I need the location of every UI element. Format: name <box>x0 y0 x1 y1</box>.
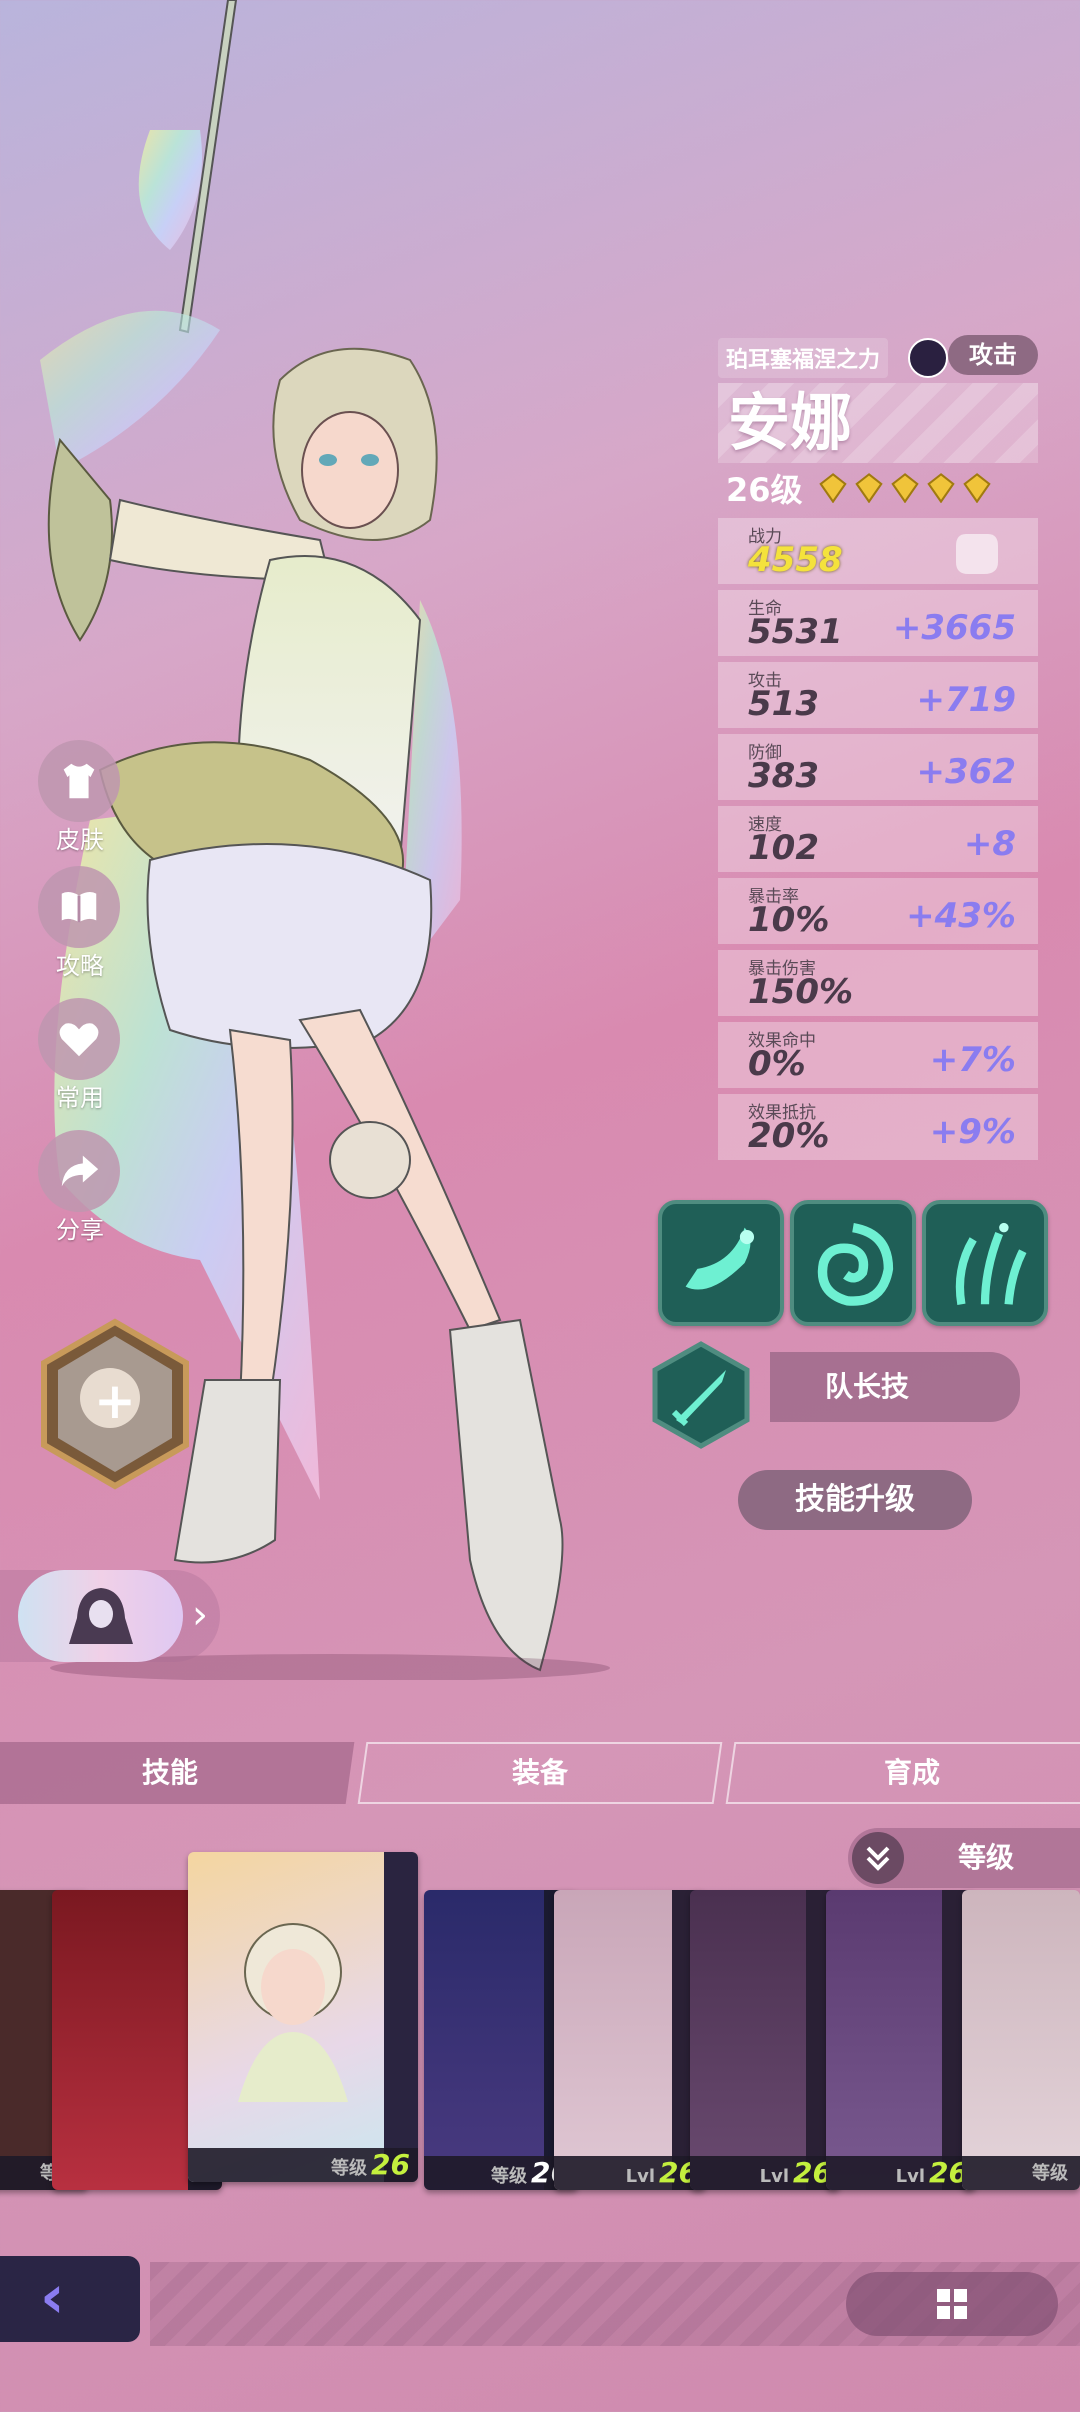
guide-label: 攻略 <box>56 952 104 980</box>
card-level: Lvl 26 <box>690 2156 840 2190</box>
hero-name-box: 安娜 <box>718 383 1038 463</box>
stat-bonus: +362 <box>916 752 1016 792</box>
book-icon <box>61 892 97 923</box>
stat-value: 102 <box>748 828 819 868</box>
stat-value: 0% <box>748 1044 806 1084</box>
power-card: 战力 4558 <box>718 518 1038 584</box>
guide-button[interactable] <box>38 866 120 948</box>
hero-level-line: 26级 <box>726 468 991 509</box>
hero-portrait <box>238 1923 348 2102</box>
stat-bonus: +719 <box>916 680 1016 720</box>
skill-2-button[interactable] <box>790 1200 916 1326</box>
shirt-icon <box>63 763 95 799</box>
card-level: Lvl 26 <box>554 2156 706 2190</box>
hood-toggle-button[interactable] <box>18 1570 183 1662</box>
skill-1-button[interactable] <box>658 1200 784 1326</box>
hooded-figure-icon <box>68 1588 133 1644</box>
stat-bonus: +3665 <box>892 608 1016 648</box>
roster-card[interactable]: Lvl 26 <box>826 1890 976 2190</box>
hero-name: 安娜 <box>728 386 853 459</box>
stat-row: 效果抵抗 20% +9% <box>718 1094 1038 1160</box>
stat-bonus: +43% <box>906 896 1016 936</box>
grid-view-button[interactable] <box>846 2272 1058 2336</box>
skin-button[interactable] <box>38 740 120 822</box>
stat-row: 暴击伤害 150% <box>718 950 1038 1016</box>
vortex-skill-icon <box>817 1222 894 1306</box>
grid-icon <box>937 2289 967 2319</box>
tab-growth[interactable]: 育成 <box>725 1742 1080 1804</box>
share-label: 分享 <box>56 1216 104 1244</box>
double-chevron-down-icon <box>852 1832 904 1884</box>
stat-row: 攻击 513 +719 <box>718 662 1038 728</box>
role-badge: 攻击 <box>948 335 1038 375</box>
card-level: 等级 <box>962 2156 1080 2190</box>
roster-card-selected[interactable]: 等级 26 <box>188 1852 418 2182</box>
card-level: Lvl 26 <box>826 2156 976 2190</box>
element-icon <box>908 338 948 378</box>
tab-skills[interactable]: 技能 <box>0 1742 355 1804</box>
stat-value: 5531 <box>748 612 843 652</box>
sort-dropdown[interactable]: 等级 <box>848 1828 1080 1888</box>
favorite-label: 常用 <box>56 1084 104 1112</box>
skill-3-button[interactable] <box>922 1200 1048 1326</box>
swirl-skill-icon <box>685 1227 755 1290</box>
tab-label: 育成 <box>883 1756 940 1789</box>
stat-bonus: +7% <box>929 1040 1016 1080</box>
stat-value: 513 <box>748 684 819 724</box>
thorns-skill-icon <box>955 1222 1027 1305</box>
faction-label: 珀耳塞福涅之力 <box>718 338 889 378</box>
hero-header: 珀耳塞福涅之力 攻击 <box>718 332 1038 378</box>
stat-value: 383 <box>748 756 819 796</box>
power-value: 4558 <box>748 540 843 580</box>
tab-label: 技能 <box>141 1756 198 1789</box>
hero-level: 26级 <box>726 471 803 509</box>
star-icon <box>890 473 919 503</box>
favorite-button[interactable] <box>38 998 120 1080</box>
stat-value: 20% <box>748 1116 830 1156</box>
stat-bonus: +9% <box>929 1112 1016 1152</box>
leader-skill-label: 队长技 <box>825 1370 910 1403</box>
stat-value: 10% <box>748 900 830 940</box>
stat-value: 150% <box>748 972 854 1012</box>
skill-upgrade-button[interactable]: 技能升级 <box>738 1470 972 1530</box>
stat-bonus: +8 <box>963 824 1016 864</box>
add-support-slot[interactable]: + <box>40 1318 190 1490</box>
roster-card[interactable]: Lvl 26 <box>690 1890 840 2190</box>
roster-card[interactable]: 等级 <box>962 1890 1080 2190</box>
star-icon <box>854 473 883 503</box>
star-icon <box>818 473 847 503</box>
star-icon <box>926 473 955 503</box>
skin-label: 皮肤 <box>56 826 104 854</box>
stat-row: 效果命中 0% +7% <box>718 1022 1038 1088</box>
tab-label: 装备 <box>511 1756 568 1789</box>
share-arrow-icon <box>61 1155 99 1187</box>
roster-card[interactable]: Lvl 26 <box>554 1890 706 2190</box>
tab-equipment[interactable]: 装备 <box>357 1742 723 1804</box>
chevron-right-icon: › <box>192 1592 208 1638</box>
leader-skill-button[interactable] <box>646 1340 756 1450</box>
star-icon <box>962 473 991 503</box>
fist-icon <box>956 534 998 574</box>
back-button[interactable]: ‹ <box>0 2256 140 2342</box>
plus-icon: + <box>94 1372 136 1430</box>
sort-label: 等级 <box>958 1841 1015 1874</box>
share-button[interactable] <box>38 1130 120 1212</box>
stat-row: 速度 102 +8 <box>718 806 1038 872</box>
stat-row: 生命 5531 +3665 <box>718 590 1038 656</box>
chevron-left-icon: ‹ <box>40 2262 65 2332</box>
leader-skill-bar[interactable]: 队长技 <box>770 1352 1020 1422</box>
stat-row: 暴击率 10% +43% <box>718 878 1038 944</box>
heart-icon <box>59 1023 99 1057</box>
stat-row: 防御 383 +362 <box>718 734 1038 800</box>
card-level: 等级 26 <box>188 2148 418 2182</box>
